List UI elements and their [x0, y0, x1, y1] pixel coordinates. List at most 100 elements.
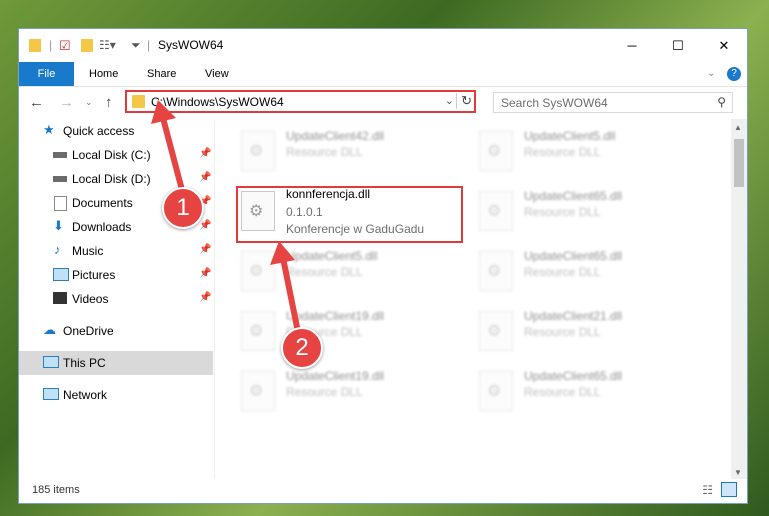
step-badge-1: 1 [162, 187, 204, 229]
nav-label: Network [63, 388, 108, 402]
up-icon[interactable]: ↑ [105, 94, 113, 111]
forward-icon[interactable]: → [59, 94, 74, 111]
nav-local-disk-c[interactable]: Local Disk (C:) 📌 [19, 143, 213, 167]
search-box[interactable]: Search SysWOW64 ⚲ [493, 92, 733, 113]
file-name: UpdateClient65.dll [524, 189, 623, 203]
pictures-icon [53, 268, 69, 281]
scroll-thumb[interactable] [734, 139, 744, 187]
pin-icon[interactable]: 📌 [199, 292, 211, 303]
pin-icon[interactable]: 📌 [199, 244, 211, 255]
refresh-icon[interactable]: ↻ [456, 93, 472, 109]
dll-file-icon [479, 131, 513, 171]
vertical-scrollbar[interactable]: ▲ ▼ [731, 119, 747, 481]
network-icon [43, 388, 59, 400]
details-view-icon[interactable]: ☷ [702, 483, 713, 497]
expand-ribbon-icon[interactable]: ⌄ [707, 62, 715, 86]
file-list: UpdateClient42.dll Resource DLL UpdateCl… [219, 119, 729, 479]
nav-this-pc[interactable]: This PC [19, 351, 213, 375]
drive-icon [53, 152, 67, 158]
scroll-down-icon[interactable]: ▼ [734, 468, 742, 477]
minimize-icon[interactable]: ─ [609, 29, 655, 62]
file-type: Resource DLL [286, 385, 363, 399]
file-tile[interactable]: UpdateClient5.dll Resource DLL [457, 127, 682, 182]
nav-videos[interactable]: Videos 📌 [19, 287, 213, 311]
file-type: Resource DLL [524, 325, 601, 339]
pin-icon[interactable]: 📌 [199, 148, 211, 159]
nav-label: Documents [72, 196, 133, 210]
dll-file-icon [479, 191, 513, 231]
pin-icon[interactable]: 📌 [199, 268, 211, 279]
chevron-down-icon[interactable]: ⌄ [445, 94, 454, 107]
status-bar: 185 items ☷ [19, 479, 747, 503]
nav-music[interactable]: ♪ Music 📌 [19, 239, 213, 263]
folder-icon [132, 95, 145, 108]
file-type: Resource DLL [524, 265, 601, 279]
dll-file-icon [479, 311, 513, 351]
file-tile[interactable]: UpdateClient19.dll Resource DLL [219, 307, 444, 362]
address-path: C:\Windows\SysWOW64 [151, 95, 284, 109]
close-icon[interactable]: ✕ [701, 29, 747, 62]
file-name: UpdateClient65.dll [524, 369, 623, 383]
cloud-icon: ☁ [43, 322, 56, 337]
divider: | [147, 38, 151, 52]
dll-file-icon [241, 251, 275, 291]
nav-pictures[interactable]: Pictures 📌 [19, 263, 213, 287]
dll-file-icon [479, 251, 513, 291]
file-tile[interactable]: UpdateClient5.dll Resource DLL [219, 247, 444, 302]
file-name: UpdateClient42.dll [286, 129, 385, 143]
tiles-view-icon[interactable] [721, 482, 737, 497]
pin-icon[interactable]: 📌 [199, 220, 211, 231]
qat-dropdown-icon[interactable]: ⏷ [131, 38, 141, 54]
file-tile[interactable]: UpdateClient65.dll Resource DLL [457, 247, 682, 302]
file-tile[interactable]: UpdateClient21.dll Resource DLL [457, 307, 682, 362]
address-row: ← → ⌄ ↑ C:\Windows\SysWOW64 ⌄ ↻ Search S… [19, 87, 747, 119]
scroll-up-icon[interactable]: ▲ [734, 123, 742, 132]
file-tile[interactable]: UpdateClient65.dll Resource DLL [457, 367, 682, 422]
tab-share[interactable]: Share [147, 62, 176, 86]
recent-dropdown-icon[interactable]: ⌄ [85, 97, 93, 108]
customize-icon[interactable]: ☷▾ [99, 38, 116, 54]
dll-file-icon [479, 371, 513, 411]
help-icon[interactable]: ? [727, 67, 741, 81]
highlight-box [236, 186, 463, 243]
tab-home[interactable]: Home [89, 62, 118, 86]
document-icon [54, 196, 67, 211]
nav-label: This PC [63, 356, 106, 370]
step-badge-2: 2 [281, 327, 323, 369]
folder-icon[interactable] [29, 39, 41, 52]
pin-icon[interactable]: 📌 [199, 172, 211, 183]
maximize-icon[interactable]: ☐ [655, 29, 701, 62]
properties-icon[interactable]: ☑ [59, 38, 71, 54]
ribbon-tabs: File Home Share View ⌄ ? [19, 62, 747, 87]
file-tile[interactable]: UpdateClient42.dll Resource DLL [219, 127, 444, 182]
back-icon[interactable]: ← [29, 94, 44, 111]
explorer-window: | ☑ ☷▾ ⏷ | SysWOW64 ─ ☐ ✕ File Home Shar… [18, 28, 748, 504]
nav-onedrive[interactable]: ☁ OneDrive [19, 319, 213, 343]
file-name: UpdateClient5.dll [524, 129, 616, 143]
tab-file[interactable]: File [19, 62, 74, 86]
nav-network[interactable]: Network [19, 383, 213, 407]
search-placeholder: Search SysWOW64 [501, 96, 608, 110]
address-bar[interactable]: C:\Windows\SysWOW64 ⌄ ↻ [125, 90, 476, 113]
file-name: UpdateClient19.dll [286, 309, 385, 323]
file-tile[interactable]: UpdateClient19.dll Resource DLL [219, 367, 444, 422]
film-icon [53, 292, 67, 304]
new-folder-icon[interactable] [81, 39, 93, 52]
nav-label: Local Disk (D:) [72, 172, 151, 186]
file-type: Resource DLL [524, 145, 601, 159]
tab-view[interactable]: View [205, 62, 229, 86]
file-type: Resource DLL [286, 265, 363, 279]
file-tile[interactable]: UpdateClient65.dll Resource DLL [457, 187, 682, 242]
nav-quick-access[interactable]: ★ Quick access [19, 119, 213, 143]
pane-divider[interactable] [214, 119, 215, 479]
dll-file-icon [241, 131, 275, 171]
nav-label: Videos [72, 292, 109, 306]
drive-icon [53, 176, 67, 182]
download-icon: ⬇ [53, 218, 64, 233]
file-name: UpdateClient65.dll [524, 249, 623, 263]
window-title: SysWOW64 [158, 38, 224, 52]
file-name: UpdateClient21.dll [524, 309, 623, 323]
computer-icon [43, 356, 59, 368]
file-type: Resource DLL [286, 145, 363, 159]
nav-label: Downloads [72, 220, 132, 234]
